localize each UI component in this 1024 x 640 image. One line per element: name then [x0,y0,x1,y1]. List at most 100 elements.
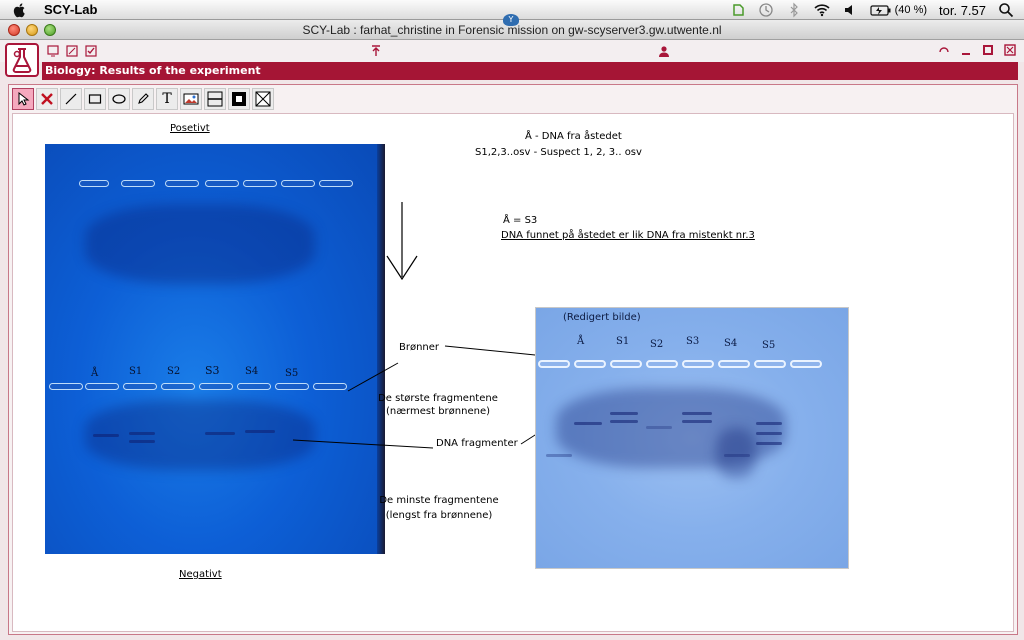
page-title: Biology: Results of the experiment [42,62,1018,80]
dna-band [610,420,638,423]
user-icon[interactable] [658,45,670,57]
no-fill-icon [255,91,271,107]
evernote-icon[interactable] [730,2,746,18]
ellipse-icon [112,94,126,104]
app-name[interactable]: SCY-Lab [44,2,97,17]
bluetooth-icon[interactable] [786,2,802,18]
dna-band [682,412,712,415]
window-minimize-button[interactable] [26,24,38,36]
ellipse-tool[interactable] [108,88,130,110]
gel-photo-edited[interactable]: (Redigert bilde) Å S1 S2 S3 S4 S5 [535,307,849,569]
dna-band [756,442,782,445]
apple-icon[interactable] [12,2,28,18]
gel2-lane-label: S3 [686,336,700,347]
time-machine-icon[interactable] [758,2,774,18]
arrow-pointer-icon [18,92,30,106]
annotation-smallest-fragments-note: (lengst fra brønnene) [385,510,493,521]
well [610,360,642,368]
gel2-caption: (Redigert bilde) [563,312,641,323]
gel-smear [716,428,756,478]
dna-band [756,432,782,435]
drawing-panel: T Posetivt Negativt Å S1 S2 S3 S4 S5 Å -… [8,84,1018,635]
monitor-icon[interactable] [47,45,59,57]
image-icon [183,93,199,105]
well [682,360,714,368]
wells-pointer-line-right [444,345,546,357]
fill-color-icon [232,92,246,106]
wifi-icon[interactable] [814,2,830,18]
resize-icon[interactable] [66,45,78,57]
gel2-lane-label: S5 [762,340,776,351]
gel2-lane-label: S4 [724,338,738,349]
app-toolbar [0,40,1024,77]
annotation-dna-fragments: DNA fragmenter [436,438,518,449]
gel2-lane-label: S1 [616,336,630,347]
image-tool[interactable] [180,88,202,110]
window-close-button[interactable] [8,24,20,36]
whiteboard-canvas[interactable]: Posetivt Negativt Å S1 S2 S3 S4 S5 Å - D… [12,113,1014,632]
scy-lab-app: Biology: Results of the experiment T Pos… [0,40,1024,640]
upload-icon[interactable] [370,45,382,57]
text-tool-label: T [162,91,172,107]
well [718,360,750,368]
select-tool[interactable] [12,88,34,110]
rectangle-icon [88,94,102,104]
restore-icon[interactable] [938,44,950,56]
dna-band [610,412,638,415]
frame-window-controls [938,44,1016,56]
sync-badge-icon[interactable]: Y [503,14,519,26]
conclusion-line-2: DNA funnet på åstedet er lik DNA fra mis… [501,230,755,241]
well [646,360,678,368]
status-area: (40 %) tor. 7.57 [730,0,1014,20]
dna-band [646,426,672,429]
rectangle-tool[interactable] [84,88,106,110]
delete-x-icon [41,93,53,105]
dna-band [682,420,712,423]
clear-tool[interactable] [252,88,274,110]
pencil-tool[interactable] [132,88,154,110]
fill-tool[interactable] [228,88,250,110]
line-style-tool[interactable] [204,88,226,110]
annotation-wells: Brønner [399,342,440,353]
wells-pointer-line-left [347,362,399,392]
legend-line-2: S1,2,3..osv - Suspect 1, 2, 3.. osv [475,147,642,158]
annotation-largest-fragments: De største fragmentene [378,393,498,404]
well [790,360,822,368]
delete-tool[interactable] [36,88,58,110]
gel2-lane-label: Å [577,336,585,347]
text-tool[interactable]: T [156,88,178,110]
flask-icon [12,48,32,73]
conclusion-line-1: Å = S3 [503,215,538,226]
fragments-pointer-line-left [292,439,434,449]
volume-icon[interactable] [842,2,858,18]
annotation-smallest-fragments: De minste fragmentene [379,495,499,506]
annotation-largest-fragments-note: (nærmest brønnene) [386,406,490,417]
spotlight-search-icon[interactable] [998,2,1014,18]
scylab-logo [5,43,39,77]
annotation-lines [292,202,572,449]
close-icon[interactable] [1004,44,1016,56]
checkbox-icon[interactable] [85,45,97,57]
well [754,360,786,368]
well [574,360,606,368]
battery-percent: (40 %) [894,4,928,16]
maximize-icon[interactable] [982,44,994,56]
minimize-icon[interactable] [960,44,972,56]
drawing-toolbar: T [12,88,274,110]
pencil-icon [138,93,149,104]
menu-clock[interactable]: tor. 7.57 [939,3,986,18]
window-zoom-button[interactable] [44,24,56,36]
dna-band [574,422,602,425]
line-tool[interactable] [60,88,82,110]
line-icon [65,93,77,105]
dna-band [724,454,750,457]
legend-line-1: Å - DNA fra åstedet [525,131,622,142]
gel2-lane-label: S2 [650,339,664,350]
well [538,360,570,368]
down-arrow-icon [386,202,418,281]
battery-status[interactable]: (40 %) [870,2,927,18]
battery-icon [870,5,891,16]
dna-band [756,422,782,425]
dna-band [546,454,572,457]
line-style-icon [207,91,223,107]
